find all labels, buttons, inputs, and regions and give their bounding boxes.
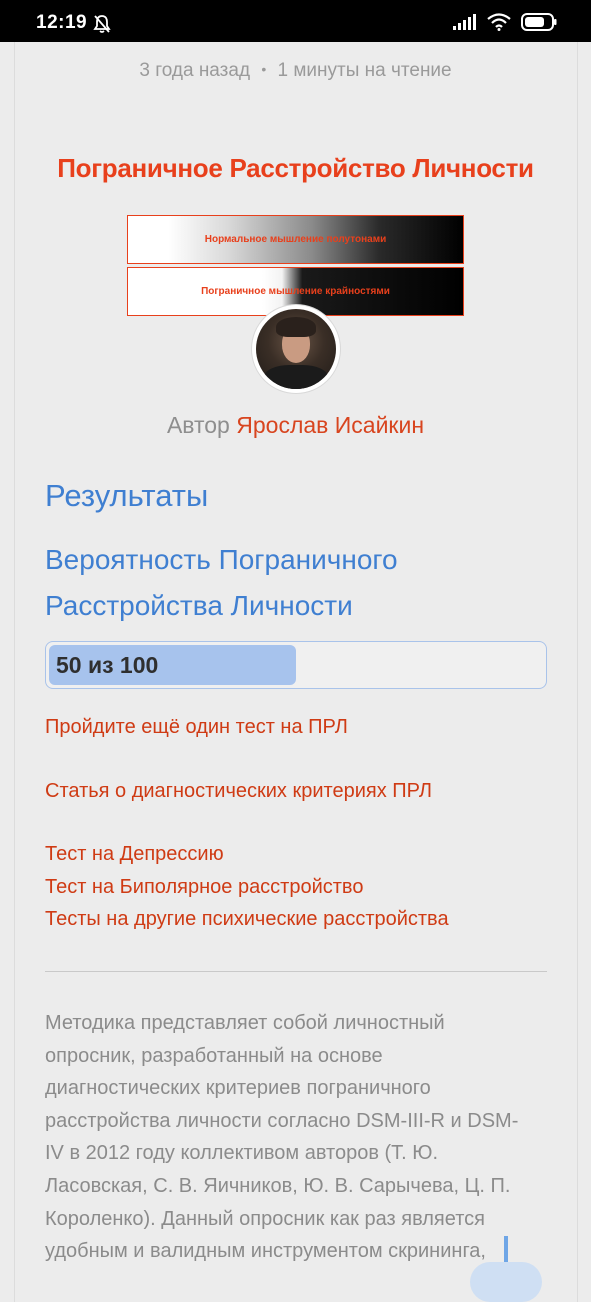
- meta-read-time: 1 минуты на чтение: [277, 60, 452, 81]
- floating-action-button[interactable]: [470, 1262, 542, 1302]
- results-heading: Результаты: [45, 478, 209, 513]
- probability-heading: Вероятность Пограничного Расстройства Ли…: [45, 544, 398, 621]
- avatar-photo: [256, 309, 336, 389]
- bell-off-icon: [92, 14, 112, 39]
- divider: [45, 971, 547, 972]
- other-tests-link[interactable]: Тесты на другие психические расстройства: [45, 908, 449, 931]
- meta-separator: •: [261, 61, 267, 77]
- author-line: Автор Ярослав Исайкин: [0, 412, 591, 439]
- hero-box-normal-text: Нормальное мышление полутонами: [204, 234, 387, 245]
- signal-icon: [453, 14, 477, 35]
- wifi-icon: [487, 13, 511, 36]
- bipolar-test-link[interactable]: Тест на Биполярное расстройство: [45, 876, 363, 899]
- hero-box-normal: Нормальное мышление полутонами: [127, 215, 464, 264]
- hero-box-borderline-text: Пограничное мышление крайностями: [201, 286, 390, 297]
- hero-title: Пограничное Расстройство Личности: [57, 153, 534, 183]
- criteria-article-link[interactable]: Статья о диагностических критериях ПРЛ: [45, 780, 432, 803]
- author-name-link[interactable]: Ярослав Исайкин: [236, 412, 424, 438]
- status-bar: 12:19: [0, 0, 591, 42]
- status-time: 12:19: [36, 12, 88, 33]
- author-avatar[interactable]: [252, 305, 340, 393]
- score-progress-bar: 50 из 100: [45, 641, 547, 689]
- author-prefix: Автор: [166, 412, 230, 438]
- retake-test-link[interactable]: Пройдите ещё один тест на ПРЛ: [45, 716, 348, 739]
- description-text: Методика представляет собой личностный о…: [45, 1012, 519, 1263]
- battery-icon: [521, 13, 557, 36]
- score-label: 50 из 100: [56, 652, 159, 678]
- depression-test-link[interactable]: Тест на Депрессию: [45, 843, 224, 866]
- meta-age: 3 года назад: [139, 60, 251, 81]
- article-meta: 3 года назад • 1 минуты на чтение: [0, 60, 591, 82]
